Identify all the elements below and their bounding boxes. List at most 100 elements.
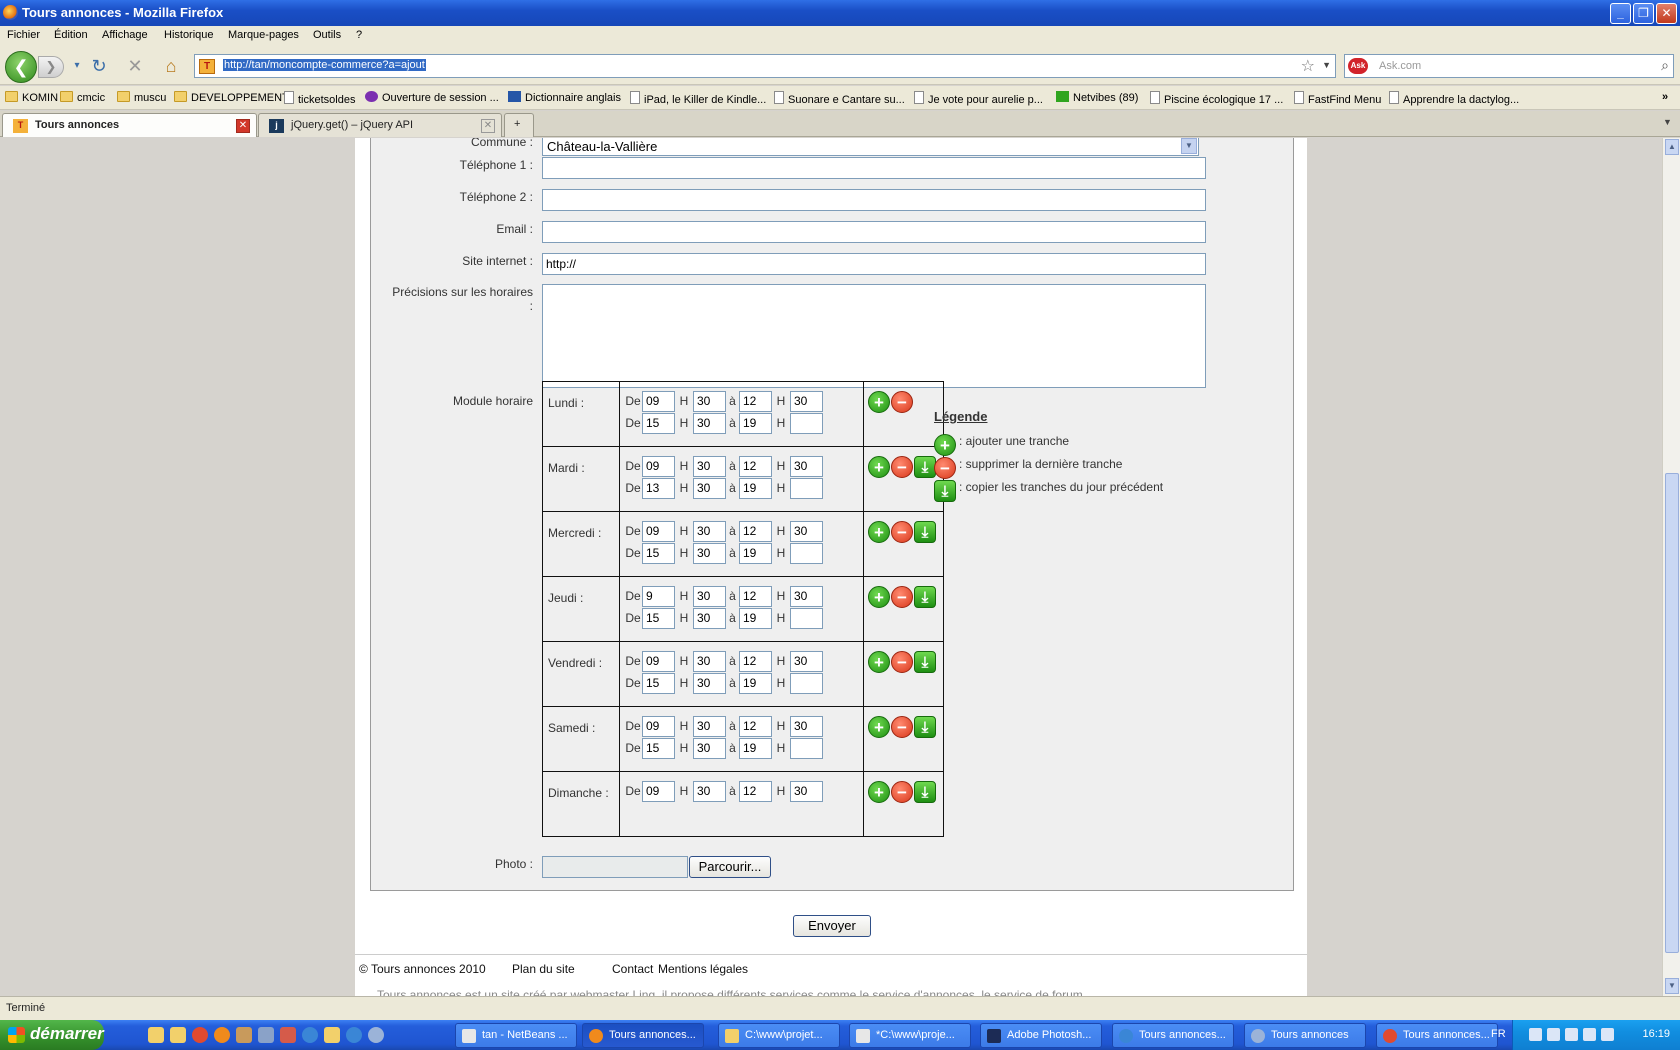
search-input[interactable]: Ask.com	[1379, 60, 1421, 72]
scroll-down-icon[interactable]: ▼	[1665, 978, 1679, 994]
close-window-button[interactable]: ✕	[1656, 3, 1677, 24]
end-hour-field[interactable]: 12	[739, 521, 772, 542]
end-minute-field[interactable]: 30	[790, 456, 823, 477]
quicklaunch-globe-icon[interactable]	[368, 1027, 384, 1043]
maximize-button[interactable]: ❐	[1633, 3, 1654, 24]
start-minute-field[interactable]: 30	[693, 673, 726, 694]
end-hour-field[interactable]: 12	[739, 586, 772, 607]
end-hour-field[interactable]: 19	[739, 543, 772, 564]
end-minute-field[interactable]: 30	[790, 781, 823, 802]
quicklaunch-folder-icon[interactable]	[148, 1027, 164, 1043]
add-slot-button[interactable]: +	[868, 716, 890, 738]
menu-marque-pages[interactable]: Marque-pages	[228, 29, 299, 41]
task-editor-projet[interactable]: *C:\www\proje...	[849, 1023, 971, 1048]
bookmark-ouverture-session[interactable]: Ouverture de session ...	[365, 91, 499, 104]
end-minute-field[interactable]	[790, 738, 823, 759]
start-hour-field[interactable]: 09	[642, 521, 675, 542]
start-minute-field[interactable]: 30	[693, 521, 726, 542]
end-hour-field[interactable]: 12	[739, 716, 772, 737]
search-box[interactable]: Ask Ask.com ⌕	[1344, 54, 1674, 78]
search-engine-icon[interactable]: Ask	[1348, 58, 1368, 74]
remove-slot-button[interactable]: −	[891, 456, 913, 478]
tray-network-icon[interactable]	[1547, 1028, 1560, 1041]
task-browser-tours[interactable]: Tours annonces	[1244, 1023, 1366, 1048]
add-slot-button[interactable]: +	[868, 391, 890, 413]
start-minute-field[interactable]: 30	[693, 608, 726, 629]
quicklaunch-ie-icon[interactable]	[302, 1027, 318, 1043]
start-hour-field[interactable]: 15	[642, 413, 675, 434]
copy-previous-day-button[interactable]: ⤓	[914, 716, 936, 738]
menu-outils[interactable]: Outils	[313, 29, 341, 41]
bookmark-netvibes[interactable]: Netvibes (89)	[1056, 91, 1138, 104]
bookmark-muscu[interactable]: muscu	[117, 91, 166, 104]
start-minute-field[interactable]: 30	[693, 716, 726, 737]
menu-help[interactable]: ?	[356, 29, 362, 41]
start-hour-field[interactable]: 09	[642, 781, 675, 802]
start-hour-field[interactable]: 15	[642, 608, 675, 629]
quicklaunch-chrome-icon[interactable]	[192, 1027, 208, 1043]
end-hour-field[interactable]: 19	[739, 738, 772, 759]
bookmark-komin[interactable]: KOMIN	[5, 91, 58, 104]
back-button[interactable]: ❮	[5, 51, 37, 83]
start-button[interactable]: démarrer	[0, 1020, 104, 1050]
quicklaunch-folder2-icon[interactable]	[324, 1027, 340, 1043]
start-minute-field[interactable]: 30	[693, 456, 726, 477]
bookmark-developpement[interactable]: DEVELOPPEMENT	[174, 91, 289, 104]
start-minute-field[interactable]: 30	[693, 651, 726, 672]
search-icon[interactable]: ⌕	[1661, 57, 1669, 74]
add-slot-button[interactable]: +	[868, 781, 890, 803]
start-hour-field[interactable]: 9	[642, 586, 675, 607]
bookmark-je-vote[interactable]: Je vote pour aurelie p...	[914, 91, 1043, 106]
start-hour-field[interactable]: 09	[642, 716, 675, 737]
tab-list-dropdown-icon[interactable]: ▼	[1663, 117, 1672, 127]
bookmark-piscine[interactable]: Piscine écologique 17 ...	[1150, 91, 1283, 106]
bookmark-fastfind[interactable]: FastFind Menu	[1294, 91, 1381, 106]
task-netbeans[interactable]: tan - NetBeans ...	[455, 1023, 577, 1048]
new-tab-button[interactable]: +	[504, 113, 534, 137]
quicklaunch-firefox-icon[interactable]	[214, 1027, 230, 1043]
start-hour-field[interactable]: 15	[642, 738, 675, 759]
tray-sync-icon[interactable]	[1583, 1028, 1596, 1041]
end-minute-field[interactable]: 30	[790, 651, 823, 672]
quicklaunch-ie2-icon[interactable]	[346, 1027, 362, 1043]
menu-affichage[interactable]: Affichage	[102, 29, 148, 41]
remove-slot-button[interactable]: −	[891, 586, 913, 608]
start-hour-field[interactable]: 09	[642, 456, 675, 477]
copy-previous-day-button[interactable]: ⤓	[914, 521, 936, 543]
start-minute-field[interactable]: 30	[693, 738, 726, 759]
remove-slot-button[interactable]: −	[891, 521, 913, 543]
start-hour-field[interactable]: 15	[642, 673, 675, 694]
task-photoshop[interactable]: Adobe Photosh...	[980, 1023, 1102, 1048]
tray-shield-icon[interactable]	[1601, 1028, 1614, 1041]
end-minute-field[interactable]	[790, 673, 823, 694]
end-hour-field[interactable]: 19	[739, 673, 772, 694]
task-ie-tours[interactable]: Tours annonces...	[1112, 1023, 1234, 1048]
minimize-button[interactable]: _	[1610, 3, 1631, 24]
end-minute-field[interactable]	[790, 608, 823, 629]
footer-link-mentions[interactable]: Mentions légales	[658, 962, 748, 976]
end-hour-field[interactable]: 12	[739, 456, 772, 477]
footer-link-contact[interactable]: Contact	[612, 962, 653, 976]
end-minute-field[interactable]: 30	[790, 716, 823, 737]
end-minute-field[interactable]	[790, 413, 823, 434]
end-hour-field[interactable]: 19	[739, 478, 772, 499]
close-tab-icon[interactable]: ✕	[481, 119, 495, 133]
bookmark-ipad[interactable]: iPad, le Killer de Kindle...	[630, 91, 766, 106]
scroll-up-icon[interactable]: ▲	[1665, 139, 1679, 155]
start-hour-field[interactable]: 09	[642, 391, 675, 412]
telephone2-field[interactable]	[542, 189, 1206, 211]
url-dropdown-icon[interactable]: ▼	[1322, 60, 1331, 70]
bookmark-suonare[interactable]: Suonare e Cantare su...	[774, 91, 905, 106]
vertical-scrollbar[interactable]: ▲ ▼	[1662, 138, 1680, 996]
reload-icon[interactable]: ↻	[86, 53, 112, 79]
submit-button[interactable]: Envoyer	[793, 915, 871, 937]
url-bar[interactable]: T http://tan/moncompte-commerce?a=ajout …	[194, 54, 1336, 78]
bookmark-ticketsoldes[interactable]: ticketsoldes	[284, 91, 355, 106]
bookmark-cmcic[interactable]: cmcic	[60, 91, 105, 104]
copy-previous-day-button[interactable]: ⤓	[914, 651, 936, 673]
end-minute-field[interactable]	[790, 543, 823, 564]
chevron-down-icon[interactable]: ▼	[1181, 138, 1197, 154]
scrollbar-thumb[interactable]	[1665, 473, 1679, 953]
bookmarks-overflow-icon[interactable]: »	[1662, 91, 1668, 103]
footer-link-plan[interactable]: Plan du site	[512, 962, 575, 976]
